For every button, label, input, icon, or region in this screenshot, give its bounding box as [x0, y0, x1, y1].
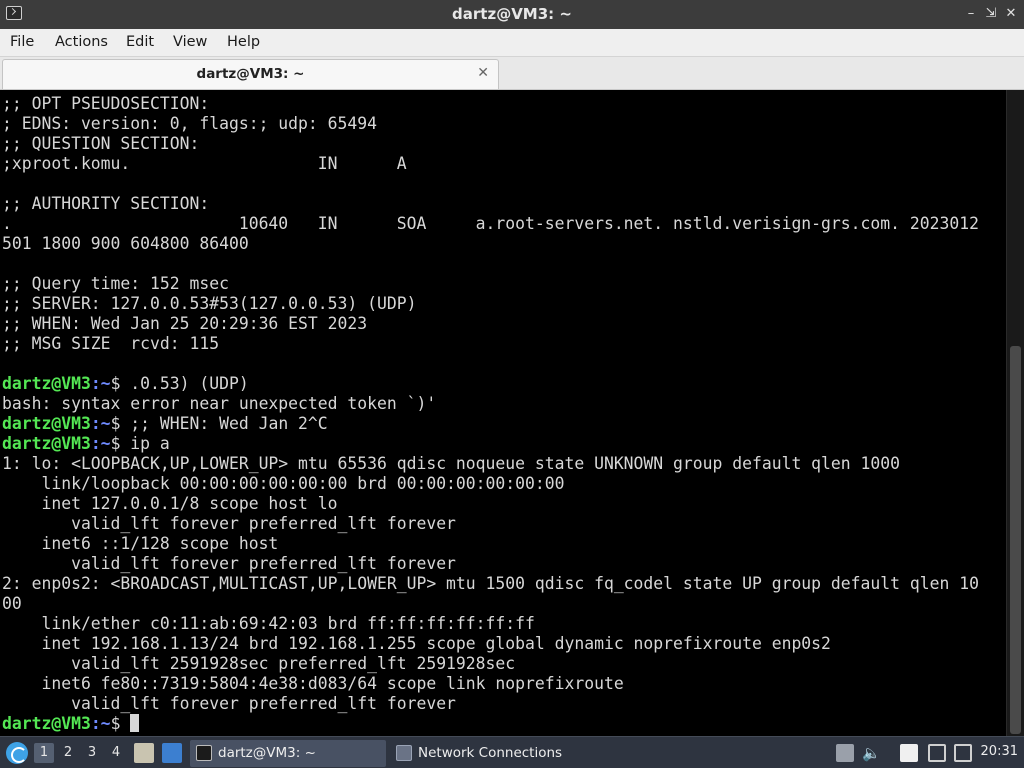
tab-bar: dartz@VM3: ~ ✕: [0, 57, 1024, 90]
terminal-prompt-line: dartz@VM3:~$ ip a: [2, 434, 1004, 454]
terminal-output-line: ;; OPT PSEUDOSECTION:: [2, 94, 210, 113]
terminal-prompt-line: dartz@VM3:~$: [2, 714, 1004, 734]
terminal-output-line: valid_lft forever preferred_lft forever: [2, 694, 456, 713]
terminal-output-line: . 10640 IN SOA a.root-servers.net. nstld…: [2, 214, 979, 233]
menu-help[interactable]: Help: [227, 34, 260, 50]
prompt-user: dartz@VM3: [2, 374, 91, 393]
close-icon[interactable]: ✕: [1003, 6, 1019, 22]
terminal-output-line: 1: lo: <LOOPBACK,UP,LOWER_UP> mtu 65536 …: [2, 454, 900, 473]
terminal-output-line: ; EDNS: version: 0, flags:; udp: 65494: [2, 114, 377, 133]
file-manager-icon[interactable]: [134, 743, 154, 763]
terminal-output-line: valid_lft 2591928sec preferred_lft 25919…: [2, 654, 516, 673]
prompt-path: :~: [90, 434, 111, 453]
menu-bar: File Actions Edit View Help: [0, 29, 1024, 57]
terminal-output-line: link/ether c0:11:ab:69:42:03 brd ff:ff:f…: [2, 614, 535, 633]
workspace-1[interactable]: 1: [34, 743, 54, 763]
clipboard-icon[interactable]: [900, 744, 918, 762]
terminal-cursor: [130, 714, 140, 732]
prompt-user: dartz@VM3: [2, 714, 91, 733]
terminal-output-line: ;; QUESTION SECTION:: [2, 134, 200, 153]
taskbar: 1 2 3 4 dartz@VM3: ~ Network Connections…: [0, 736, 1024, 768]
terminal-output-line: inet 192.168.1.13/24 brd 192.168.1.255 s…: [2, 634, 831, 653]
menu-edit[interactable]: Edit: [126, 34, 154, 50]
window-title: dartz@VM3: ~: [452, 5, 572, 23]
prompt-command: $ ip a: [110, 434, 170, 453]
prompt-path: :~: [90, 714, 111, 733]
network-icon: [396, 745, 412, 761]
task-network-connections[interactable]: Network Connections: [390, 740, 590, 767]
terminal-prompt-line: dartz@VM3:~$ ;; WHEN: Wed Jan 2^C: [2, 414, 1004, 434]
tab-label: dartz@VM3: ~: [196, 66, 305, 82]
terminal-output-line: 2: enp0s2: <BROADCAST,MULTICAST,UP,LOWER…: [2, 574, 979, 593]
terminal-output-line: inet6 ::1/128 scope host: [2, 534, 279, 553]
terminal-output-line: valid_lft forever preferred_lft forever: [2, 554, 456, 573]
notes-icon[interactable]: [836, 744, 854, 762]
workspace-3[interactable]: 3: [82, 743, 102, 763]
terminal-output-line: bash: syntax error near unexpected token…: [2, 394, 437, 413]
terminal-output-line: ;; AUTHORITY SECTION:: [2, 194, 210, 213]
terminal-output-line: valid_lft forever preferred_lft forever: [2, 514, 456, 533]
terminal-output-line: 00: [2, 594, 22, 613]
network-status-icon[interactable]: [954, 744, 972, 762]
app-menu-icon[interactable]: [6, 742, 28, 764]
terminal-icon: [196, 745, 212, 761]
monitor-icon[interactable]: [928, 744, 946, 762]
menu-actions[interactable]: Actions: [55, 34, 108, 50]
terminal-output-line: ;; SERVER: 127.0.0.53#53(127.0.0.53) (UD…: [2, 294, 417, 313]
terminal-output-line: inet6 fe80::7319:5804:4e38:d083/64 scope…: [2, 674, 624, 693]
terminal-output: ;; OPT PSEUDOSECTION:; EDNS: version: 0,…: [2, 94, 1004, 734]
task-network-label: Network Connections: [418, 745, 563, 761]
minimize-icon[interactable]: –: [963, 6, 979, 22]
terminal-output-line: 501 1800 900 604800 86400: [2, 234, 249, 253]
terminal-area[interactable]: ;; OPT PSEUDOSECTION:; EDNS: version: 0,…: [0, 90, 1024, 736]
task-terminal-label: dartz@VM3: ~: [218, 745, 316, 761]
terminal-output-line: ;; WHEN: Wed Jan 25 20:29:36 EST 2023: [2, 314, 368, 333]
scrollbar-thumb[interactable]: [1010, 346, 1021, 734]
terminal-output-line: ;xproot.komu. IN A: [2, 154, 407, 173]
prompt-command: $ ;; WHEN: Wed Jan 2^C: [110, 414, 328, 433]
prompt-path: :~: [90, 374, 111, 393]
workspace-4[interactable]: 4: [106, 743, 126, 763]
prompt-path: :~: [90, 414, 111, 433]
terminal-scrollbar[interactable]: [1006, 90, 1024, 736]
volume-icon[interactable]: 🔈: [862, 744, 881, 762]
prompt-user: dartz@VM3: [2, 414, 91, 433]
restore-icon[interactable]: ⇲: [983, 6, 999, 22]
clock[interactable]: 20:31: [981, 744, 1018, 759]
prompt-command: $ .0.53) (UDP): [110, 374, 249, 393]
window-titlebar[interactable]: dartz@VM3: ~ – ⇲ ✕: [0, 0, 1024, 29]
prompt-command: $: [110, 714, 131, 733]
tab-close-icon[interactable]: ✕: [477, 65, 489, 81]
terminal-output-line: link/loopback 00:00:00:00:00:00 brd 00:0…: [2, 474, 565, 493]
terminal-prompt-line: dartz@VM3:~$ .0.53) (UDP): [2, 374, 1004, 394]
terminal-output-line: ;; Query time: 152 msec: [2, 274, 229, 293]
workspace-2[interactable]: 2: [58, 743, 78, 763]
tab-terminal[interactable]: dartz@VM3: ~ ✕: [2, 59, 499, 89]
menu-view[interactable]: View: [173, 34, 207, 50]
menu-file[interactable]: File: [10, 34, 34, 50]
show-desktop-icon[interactable]: [162, 743, 182, 763]
prompt-user: dartz@VM3: [2, 434, 91, 453]
task-terminal[interactable]: dartz@VM3: ~: [190, 740, 386, 767]
terminal-output-line: inet 127.0.0.1/8 scope host lo: [2, 494, 338, 513]
terminal-output-line: ;; MSG SIZE rcvd: 115: [2, 334, 220, 353]
